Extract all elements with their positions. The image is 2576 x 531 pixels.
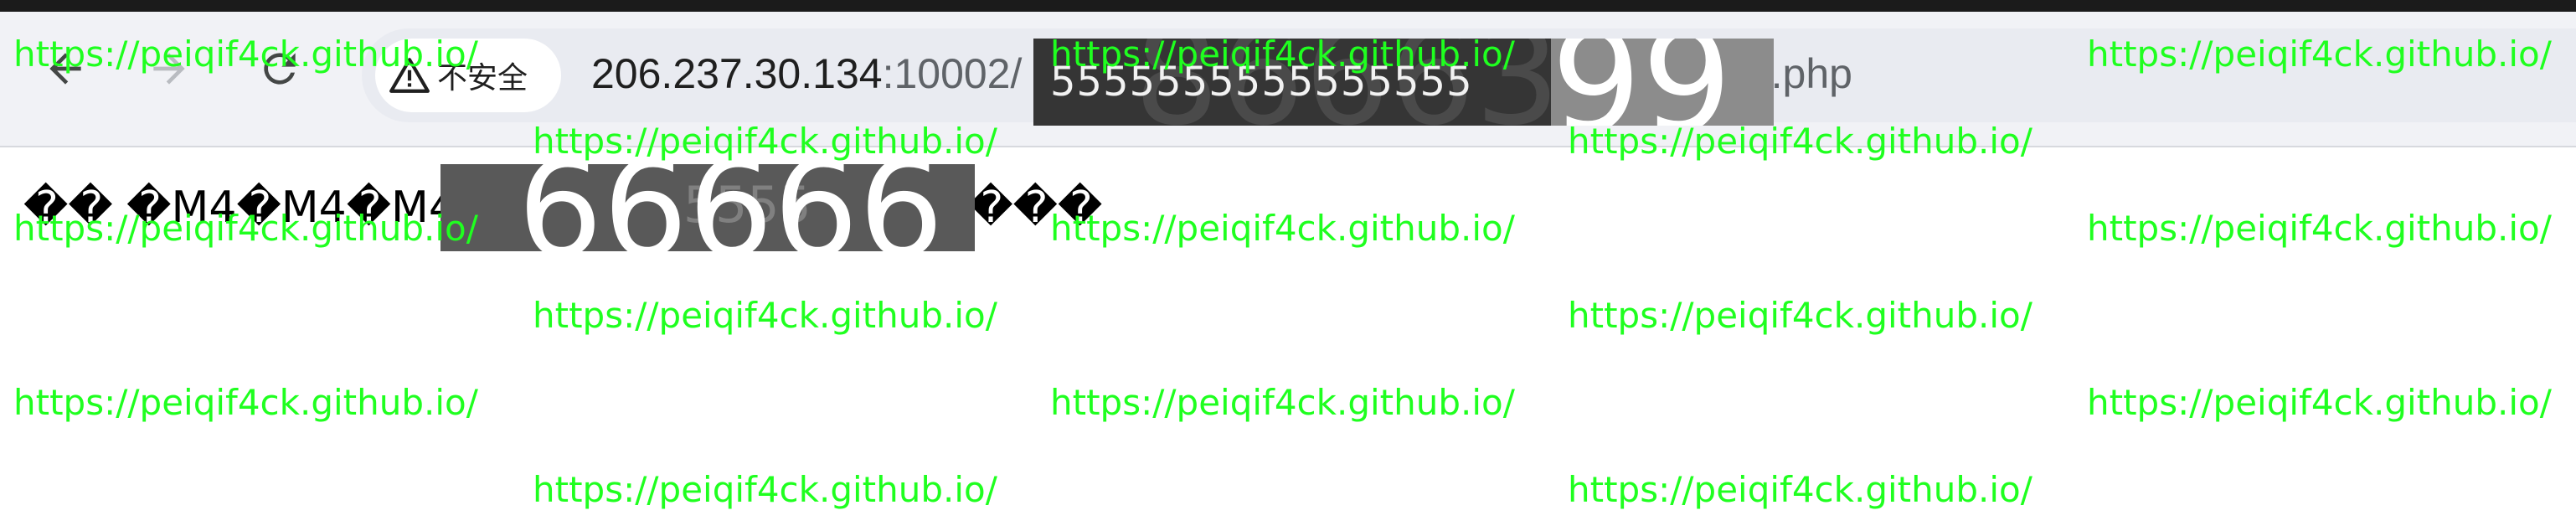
url-host-text: 206.237.30.134 [591, 50, 883, 97]
watermark-text: https://peiqif4ck.github.io/ [1050, 34, 1515, 75]
watermark-text: https://peiqif4ck.github.io/ [13, 34, 478, 75]
url-port-text: :10002/ [882, 50, 1023, 97]
overlay-tile-c: 5555 66666 [440, 164, 975, 251]
watermark-text: https://peiqif4ck.github.io/ [533, 469, 997, 510]
url-host: 206.237.30.134:10002/ [591, 47, 1022, 101]
watermark-text: https://peiqif4ck.github.io/ [533, 121, 997, 162]
overlay-tile-b: 99 [1551, 39, 1774, 126]
watermark-text: https://peiqif4ck.github.io/ [533, 295, 997, 336]
watermark-text: https://peiqif4ck.github.io/ [1568, 121, 2032, 162]
watermark-text: https://peiqif4ck.github.io/ [1050, 208, 1515, 249]
watermark-text: https://peiqif4ck.github.io/ [13, 208, 478, 249]
watermark-text: https://peiqif4ck.github.io/ [1050, 382, 1515, 423]
window-top-edge [0, 0, 2576, 12]
tile-b-number: 99 [1551, 39, 1733, 126]
watermark-text: https://peiqif4ck.github.io/ [1568, 295, 2032, 336]
watermark-text: https://peiqif4ck.github.io/ [1568, 469, 2032, 510]
watermark-text: https://peiqif4ck.github.io/ [2087, 208, 2552, 249]
watermark-text: https://peiqif4ck.github.io/ [2087, 34, 2552, 75]
watermark-text: https://peiqif4ck.github.io/ [2087, 382, 2552, 423]
tile-c-number: 66666 [518, 164, 944, 251]
watermark-text: https://peiqif4ck.github.io/ [13, 382, 478, 423]
